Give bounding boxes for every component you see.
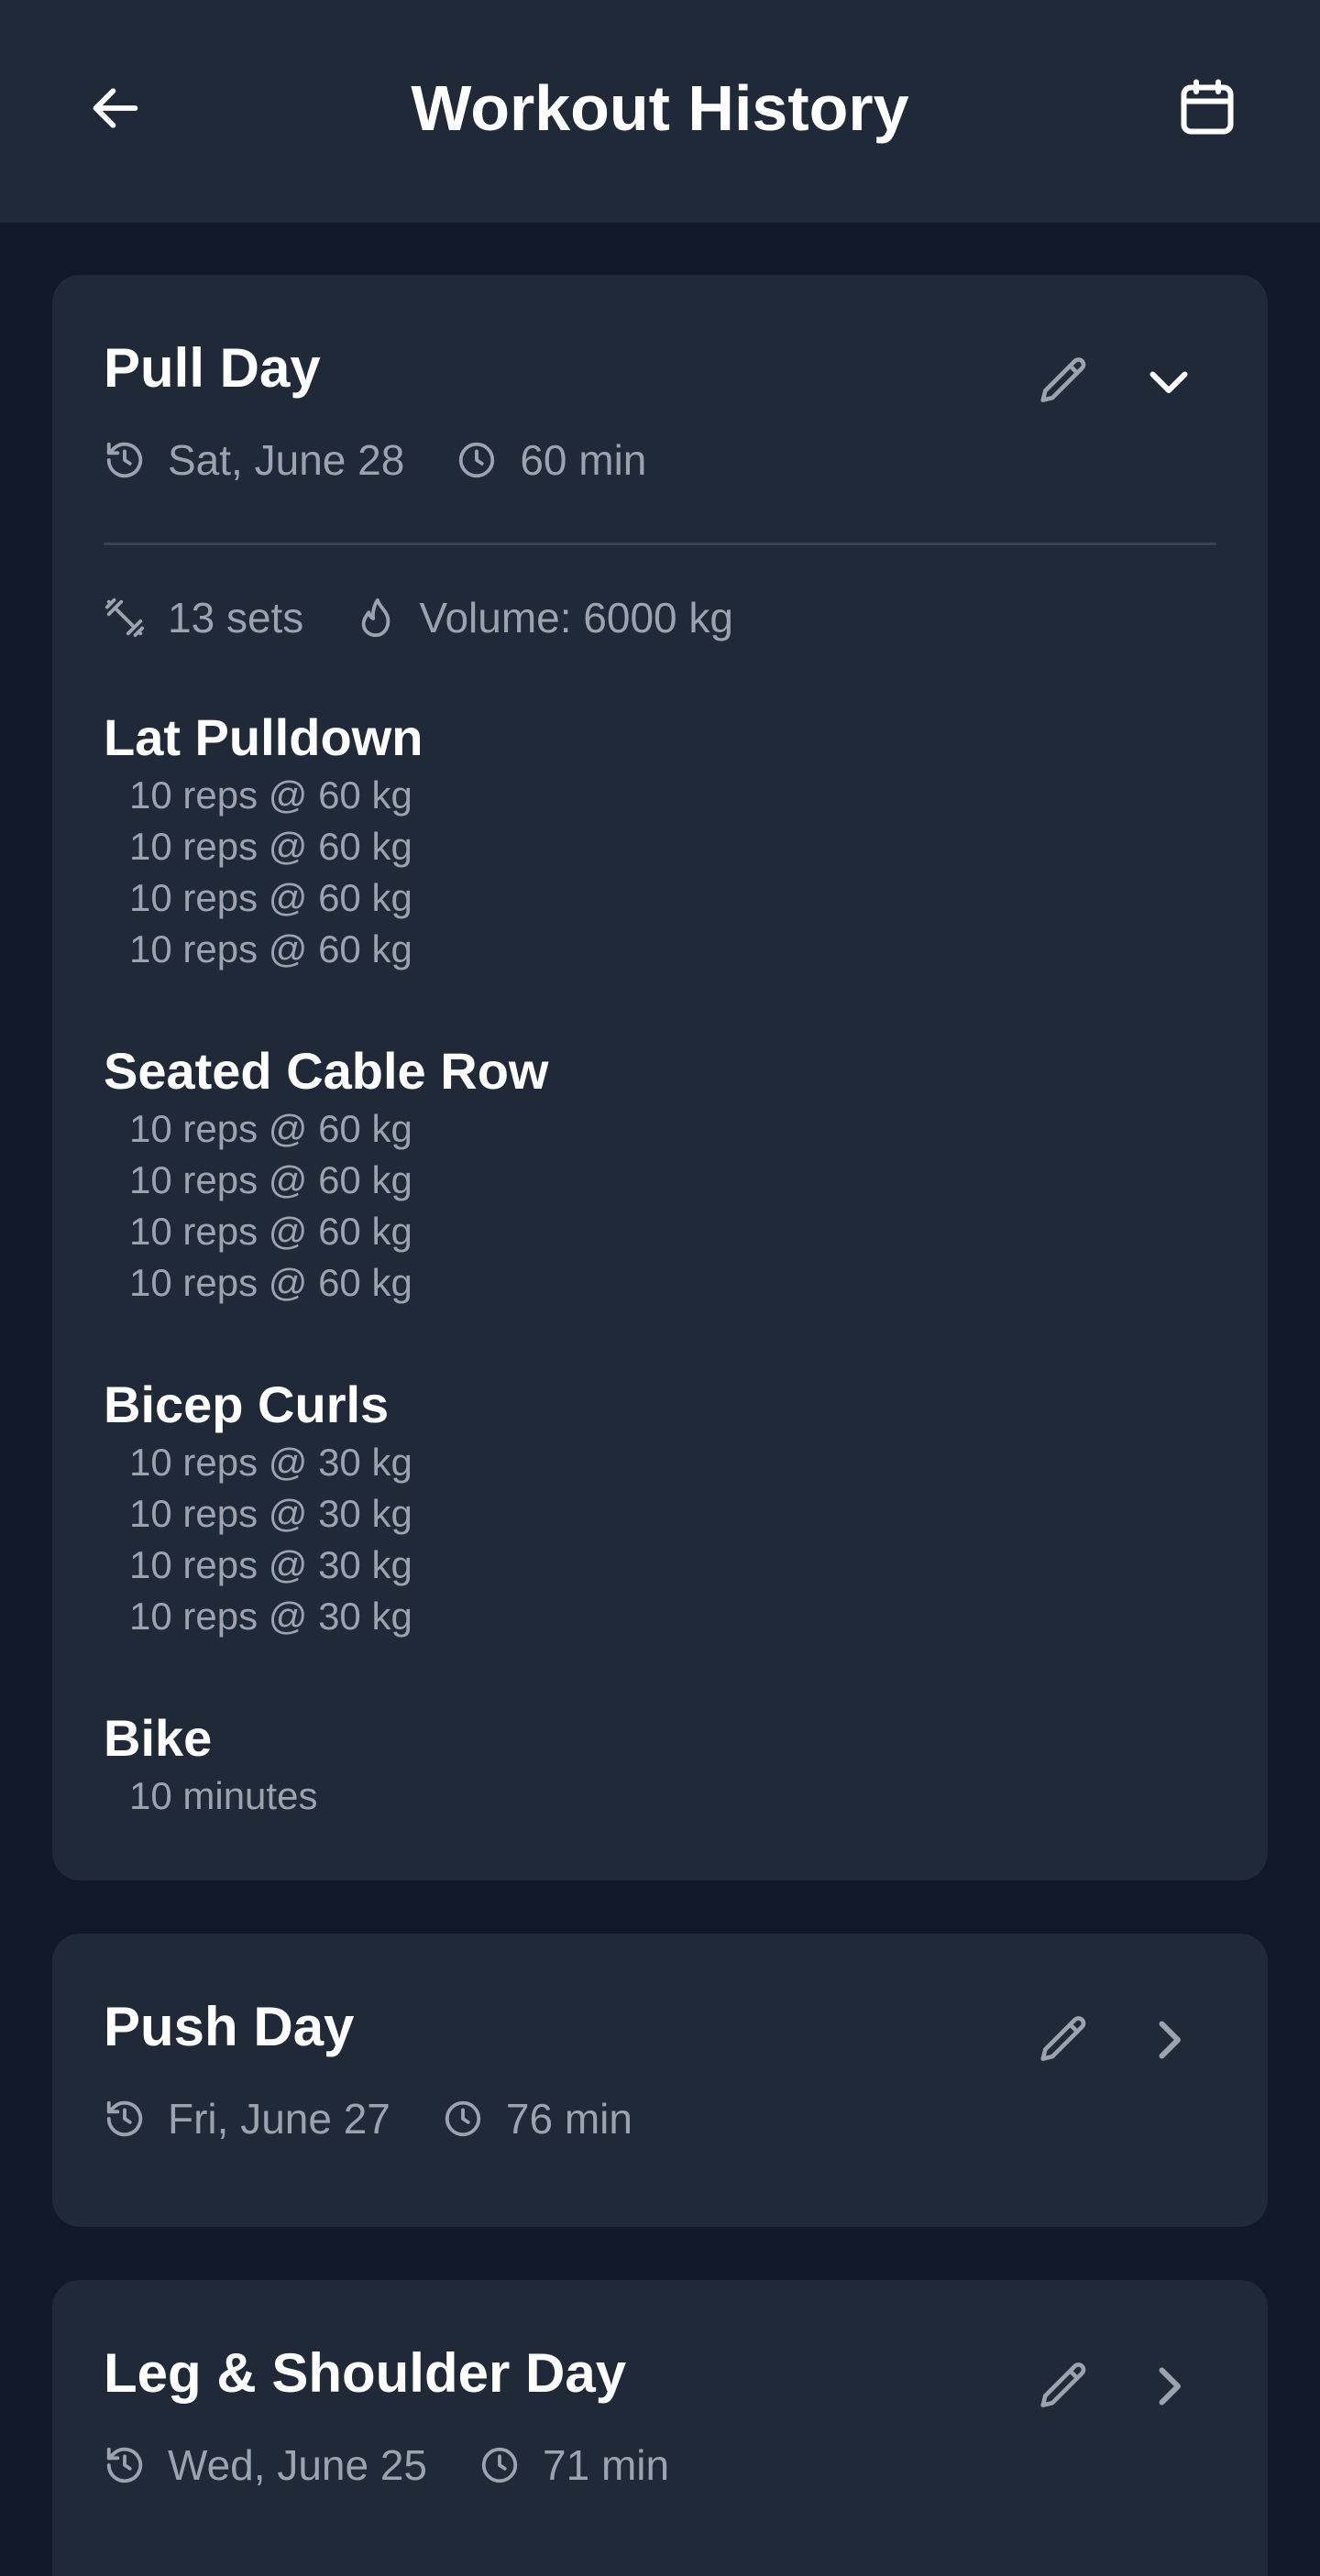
edit-workout-button[interactable] [1028, 2003, 1101, 2077]
set-entry: 10 reps @ 30 kg [129, 1543, 412, 1586]
edit-workout-button[interactable] [1028, 345, 1101, 418]
set-entry: 10 reps @ 60 kg [129, 773, 412, 817]
exercise-block: Bike 10 minutes [104, 1706, 1020, 1822]
workout-date: Sat, June 28 [168, 436, 405, 484]
history-icon [104, 439, 146, 481]
exercise-block: Seated Cable Row 10 reps @ 60 kg 10 reps… [104, 1039, 1020, 1309]
divider [104, 543, 1216, 545]
collapse-button[interactable] [1132, 345, 1205, 418]
workout-card[interactable]: Leg & Shoulder Day Wed, June 25 71 min [52, 2280, 1268, 2576]
workout-meta: Fri, June 27 76 min [104, 2091, 632, 2146]
exercise-name: Bike [104, 1709, 213, 1767]
exercise-name: Lat Pulldown [104, 708, 424, 766]
history-icon [104, 2098, 146, 2140]
workout-title: Leg & Shoulder Day [104, 2342, 627, 2404]
workout-date: Wed, June 25 [168, 2441, 428, 2489]
calendar-button[interactable] [1171, 71, 1244, 145]
workout-summary: 13 sets Volume: 6000 kg [104, 590, 733, 645]
set-entry: 10 reps @ 30 kg [129, 1595, 412, 1638]
exercise-name: Seated Cable Row [104, 1042, 549, 1100]
workout-meta: Sat, June 28 60 min [104, 433, 646, 488]
top-app-bar: Workout History [0, 0, 1320, 223]
expand-button[interactable] [1132, 2003, 1205, 2077]
set-entry: 10 reps @ 60 kg [129, 927, 412, 970]
chevron-right-icon [1159, 2021, 1181, 2059]
workout-date: Fri, June 27 [168, 2095, 390, 2143]
set-entry: 10 reps @ 60 kg [129, 825, 412, 868]
set-entry: 10 minutes [129, 1774, 318, 1817]
history-icon [104, 2444, 146, 2486]
workout-title: Push Day [104, 1996, 355, 2057]
set-entry: 10 reps @ 60 kg [129, 876, 412, 919]
workout-card[interactable]: Pull Day Sat, June 28 60 min 13 sets Vol… [52, 275, 1268, 1880]
workout-meta: Wed, June 25 71 min [104, 2438, 669, 2493]
clock-icon [442, 2098, 484, 2140]
exercise-block: Lat Pulldown 10 reps @ 60 kg 10 reps @ 6… [104, 706, 1020, 975]
calendar-icon [1181, 79, 1234, 135]
edit-workout-button[interactable] [1028, 2350, 1101, 2423]
flame-icon [355, 597, 397, 639]
sets-count: 13 sets [168, 594, 304, 641]
expand-button[interactable] [1132, 2350, 1205, 2423]
chevron-down-icon [1150, 371, 1188, 393]
set-entry: 10 reps @ 60 kg [129, 1261, 412, 1304]
pencil-icon [1040, 357, 1086, 402]
set-entry: 10 reps @ 30 kg [129, 1441, 412, 1484]
set-entry: 10 reps @ 60 kg [129, 1210, 412, 1253]
set-entry: 10 reps @ 60 kg [129, 1158, 412, 1201]
pencil-icon [1040, 2016, 1086, 2061]
set-entry: 10 reps @ 30 kg [129, 1492, 412, 1535]
set-entry: 10 reps @ 60 kg [129, 1107, 412, 1150]
workout-duration: 71 min [543, 2441, 670, 2489]
volume-total: Volume: 6000 kg [419, 594, 733, 641]
exercise-block: Bicep Curls 10 reps @ 30 kg 10 reps @ 30… [104, 1373, 1020, 1642]
workout-card[interactable]: Push Day Fri, June 27 76 min [52, 1934, 1268, 2227]
clock-icon [478, 2444, 521, 2486]
workout-title: Pull Day [104, 337, 321, 399]
workout-duration: 60 min [520, 436, 647, 484]
clock-icon [456, 439, 498, 481]
exercise-name: Bicep Curls [104, 1376, 390, 1433]
pencil-icon [1040, 2362, 1086, 2407]
workout-duration: 76 min [505, 2095, 632, 2143]
page-title: Workout History [411, 72, 909, 144]
chevron-right-icon [1159, 2367, 1181, 2406]
dumbbell-icon [104, 597, 146, 639]
